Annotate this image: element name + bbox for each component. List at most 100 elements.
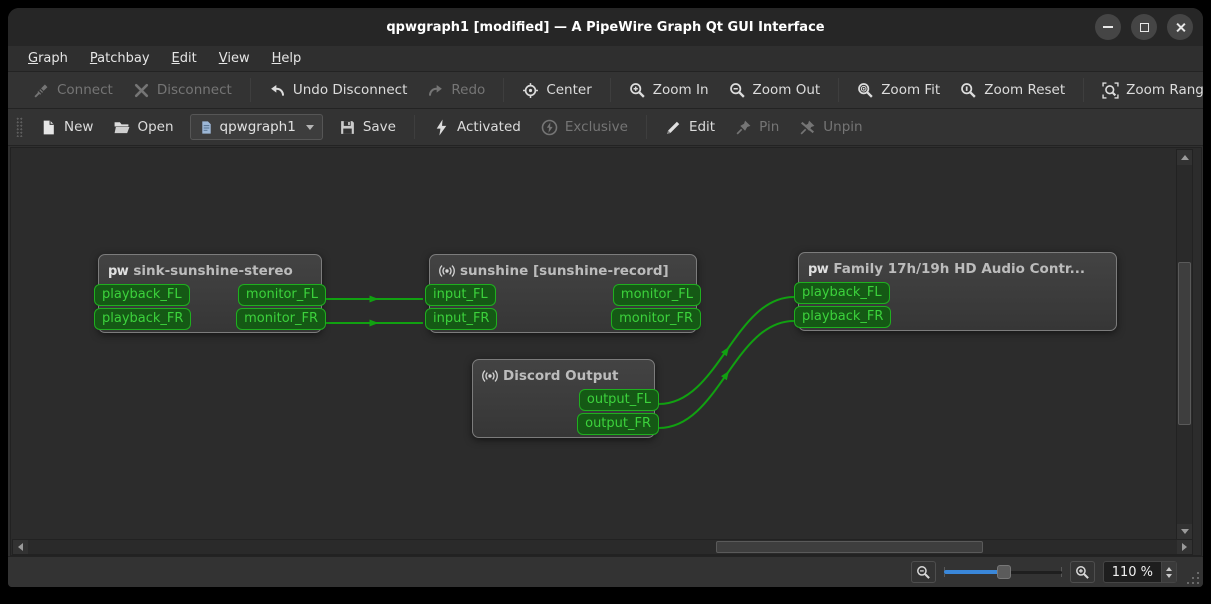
scroll-left-button[interactable] [13,540,28,554]
arrow-left-icon [18,543,23,551]
port-input_FR[interactable]: input_FR [425,308,498,330]
window-controls [1095,14,1193,40]
titlebar[interactable]: qpwgraph1 [modified] — A PipeWire Graph … [8,8,1203,46]
zoom-in-button[interactable]: Zoom In [620,77,718,104]
graph-canvas[interactable]: pw sink-sunshine-stereo playback_FL moni… [10,147,1202,556]
port-output_FR[interactable]: output_FR [577,413,659,435]
toolbar-separator [1083,78,1085,102]
open-label: Open [137,119,174,135]
save-icon [340,120,354,134]
activated-label: Activated [456,119,521,135]
port-monitor_FL[interactable]: monitor_FL [237,284,326,306]
save-button[interactable]: Save [330,114,405,141]
new-label: New [64,119,94,135]
close-button[interactable] [1167,14,1193,40]
port-monitor_FL[interactable]: monitor_FL [612,284,701,306]
zoom-slider[interactable] [943,563,1062,581]
port-playback_FR[interactable]: playback_FR [94,308,192,330]
menu-view[interactable]: View [209,48,260,69]
horizontal-scrollbar[interactable] [12,539,1193,555]
zoom-fit-label: Zoom Fit [881,82,941,98]
port-row: input_FL monitor_FL [425,284,701,306]
redo-button[interactable]: Redo [418,77,494,104]
node-sink-sunshine-stereo[interactable]: pw sink-sunshine-stereo playback_FL moni… [94,254,326,333]
scroll-up-button[interactable] [1177,150,1192,165]
graph-toolbar: Connect Disconnect Undo Disconnect Redo … [8,72,1203,109]
spinbox-steppers[interactable] [1161,562,1176,582]
horizontal-scroll-thumb[interactable] [716,541,983,553]
port-playback_FR[interactable]: playback_FR [794,306,892,328]
port-input_FL[interactable]: input_FL [425,284,496,306]
node-sunshine-record[interactable]: sunshine [sunshine-record] input_FL moni… [425,254,701,333]
stream-icon [482,370,498,382]
node-title-text: sink-sunshine-stereo [133,263,293,279]
zoom-percent-value: 110 % [1111,564,1153,580]
vertical-scroll-thumb[interactable] [1178,262,1191,425]
unpin-button[interactable]: Unpin [790,114,871,141]
vertical-scrollbar[interactable] [1176,149,1193,540]
open-folder-icon [115,121,130,133]
node-family-hd-audio[interactable]: pw Family 17h/19h HD Audio Contr... play… [794,252,1117,331]
arrow-icon [369,295,379,303]
port-row: playback_FL [794,282,1116,304]
port-playback_FL[interactable]: playback_FL [794,282,890,304]
unpin-icon [800,120,815,134]
open-button[interactable]: Open [104,114,182,141]
scroll-right-button[interactable] [1177,540,1192,554]
toolbar-drag-handle[interactable] [16,117,23,137]
zoom-fit-icon [858,82,873,98]
port-row: output_FR [473,413,659,435]
new-button[interactable]: New [31,114,102,141]
wire-outputFR-playbackFR[interactable] [658,320,795,429]
activated-bolt-icon [436,119,447,135]
zoom-in-icon [1075,565,1089,579]
redo-label: Redo [451,82,486,98]
node-discord-output[interactable]: Discord Output output_FL output_FR [472,359,659,438]
menu-edit[interactable]: Edit [162,48,207,69]
zoom-reset-button[interactable]: Zoom Reset [951,77,1074,104]
menu-graph[interactable]: Graph [18,48,78,69]
edit-label: Edit [688,119,716,135]
zoom-percent-spinbox[interactable]: 110 % [1102,561,1177,583]
zoom-out-button[interactable]: Zoom Out [720,77,830,104]
maximize-button[interactable] [1131,14,1157,40]
edit-button[interactable]: Edit [656,114,724,141]
port-monitor_FR[interactable]: monitor_FR [236,308,326,330]
activated-button[interactable]: Activated [424,114,530,141]
spin-down-icon [1166,573,1172,578]
zoom-range-button[interactable]: Zoom Range [1093,77,1203,104]
connect-label: Connect [57,82,113,98]
edit-pencil-icon [667,121,680,134]
arrow-icon [721,370,730,381]
new-file-icon [43,120,54,134]
exclusive-label: Exclusive [564,119,628,135]
arrow-icon [369,319,379,327]
minimize-button[interactable] [1095,14,1121,40]
minimize-icon [1103,26,1113,28]
port-playback_FL[interactable]: playback_FL [94,284,190,306]
menu-patchbay[interactable]: Patchbay [80,48,160,69]
statusbar-zoom-out-button[interactable] [910,561,936,583]
zoom-range-label: Zoom Range [1126,82,1203,98]
node-title: Discord Output [473,360,654,389]
exclusive-button[interactable]: Exclusive [532,114,637,141]
slider-handle[interactable] [996,565,1011,579]
node-title: pw sink-sunshine-stereo [99,255,321,284]
undo-label: Undo Disconnect [292,82,408,98]
scroll-down-button[interactable] [1177,524,1192,539]
undo-button[interactable]: Undo Disconnect [260,77,417,104]
disconnect-button[interactable]: Disconnect [124,77,241,104]
resize-grip[interactable] [1185,570,1199,584]
menu-help[interactable]: Help [262,48,312,69]
statusbar-zoom-in-button[interactable] [1069,561,1095,583]
port-monitor_FR[interactable]: monitor_FR [611,308,701,330]
zoom-reset-label: Zoom Reset [984,82,1066,98]
center-label: Center [546,82,592,98]
zoom-fit-button[interactable]: Zoom Fit [848,77,949,104]
center-button[interactable]: Center [513,77,600,104]
port-output_FL[interactable]: output_FL [578,389,659,411]
connect-button[interactable]: Connect [24,77,122,104]
pin-button[interactable]: Pin [726,114,788,141]
toolbar-separator [838,78,840,102]
patchbay-profile-selector[interactable]: qpwgraph1 [189,114,323,140]
